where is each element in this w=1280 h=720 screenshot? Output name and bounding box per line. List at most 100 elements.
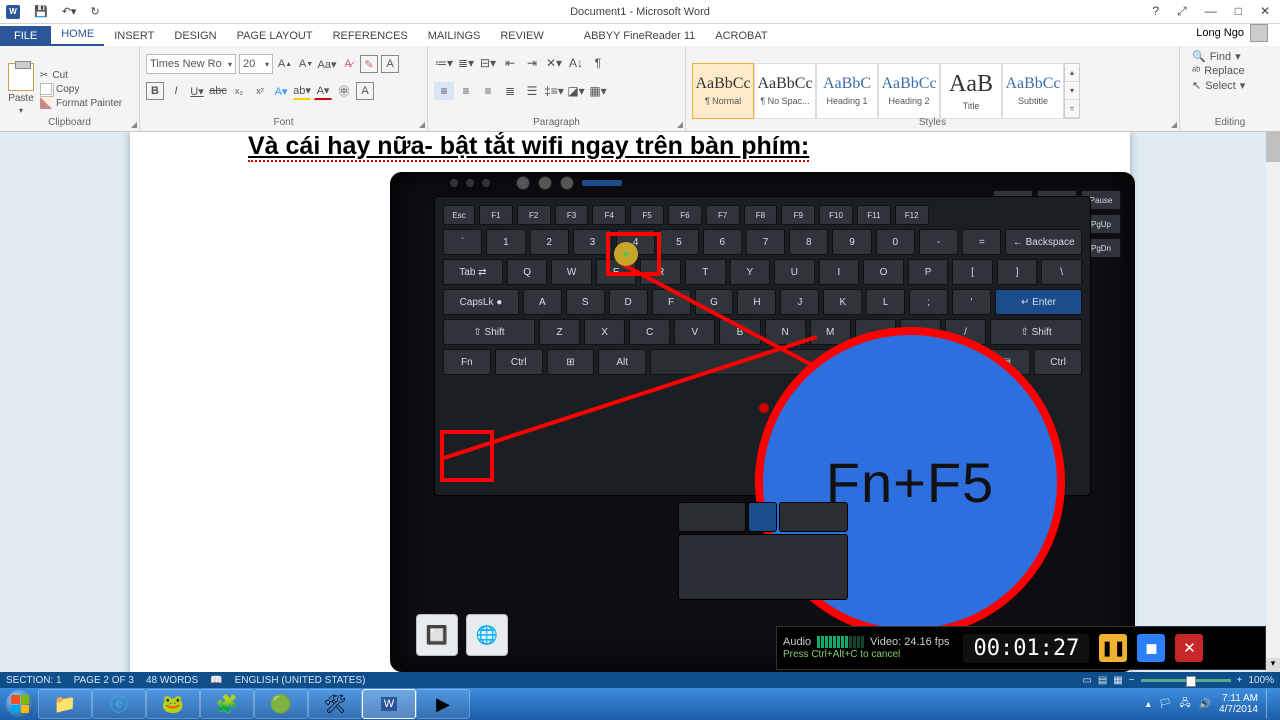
tab-review[interactable]: REVIEW: [490, 26, 553, 46]
change-case-button[interactable]: Aa▾: [318, 55, 336, 73]
paste-button[interactable]: Paste ▾: [6, 59, 36, 119]
font-size-input[interactable]: 20▾: [239, 54, 273, 74]
style-heading-2[interactable]: AaBbCcHeading 2: [878, 63, 940, 119]
borders-button[interactable]: ▦▾: [588, 82, 608, 100]
zoom-in-button[interactable]: +: [1237, 675, 1243, 686]
superscript-button[interactable]: x²: [251, 82, 269, 100]
taskbar-app-1[interactable]: 🐸: [146, 689, 200, 719]
recorder-stop-button[interactable]: ◼: [1137, 634, 1165, 662]
align-left-button[interactable]: ≡: [434, 82, 454, 100]
status-proofing-icon[interactable]: 📖: [210, 675, 222, 686]
style-no-spacing[interactable]: AaBbCc¶ No Spac...: [754, 63, 816, 119]
tab-abbyy[interactable]: ABBYY FineReader 11: [574, 26, 706, 46]
show-marks-button[interactable]: ¶: [588, 54, 608, 72]
qat-undo-icon[interactable]: ↶▾: [62, 5, 77, 18]
replace-button[interactable]: ᵃᵇReplace: [1192, 65, 1268, 77]
justify-button[interactable]: ≣: [500, 82, 520, 100]
qat-save-icon[interactable]: 💾: [34, 5, 48, 18]
style-heading-1[interactable]: AaBbCHeading 1: [816, 63, 878, 119]
clear-formatting-button[interactable]: A̷: [339, 55, 357, 73]
tray-clock[interactable]: 7:11 AM 4/7/2014: [1219, 693, 1258, 715]
tab-references[interactable]: REFERENCES: [323, 26, 418, 46]
shading-button[interactable]: ◪▾: [566, 82, 586, 100]
help-icon[interactable]: ?: [1152, 4, 1159, 19]
bold-button[interactable]: B: [146, 82, 164, 100]
taskbar-explorer[interactable]: 📁: [38, 689, 92, 719]
ribbon-display-icon[interactable]: ⤢: [1177, 4, 1187, 19]
italic-button[interactable]: I: [167, 82, 185, 100]
zoom-out-button[interactable]: −: [1129, 675, 1135, 686]
decrease-indent-button[interactable]: ⇤: [500, 54, 520, 72]
show-desktop-button[interactable]: [1266, 689, 1274, 719]
taskbar-chrome[interactable]: 🟢: [254, 689, 308, 719]
style-normal[interactable]: AaBbCc¶ Normal: [692, 63, 754, 119]
highlight-button[interactable]: ab▾: [293, 82, 311, 100]
font-dialog-launcher[interactable]: ◢: [419, 120, 425, 129]
styles-dialog-launcher[interactable]: ◢: [1171, 120, 1177, 129]
tab-mailings[interactable]: MAILINGS: [418, 26, 491, 46]
style-title[interactable]: AaBTitle: [940, 63, 1002, 119]
numbering-button[interactable]: ≣▾: [456, 54, 476, 72]
character-border-button[interactable]: A: [381, 55, 399, 73]
tray-volume-icon[interactable]: 🔊: [1199, 699, 1211, 710]
line-spacing-button[interactable]: ‡≡▾: [544, 82, 564, 100]
tab-insert[interactable]: INSERT: [104, 26, 164, 46]
char-shading-button[interactable]: A: [356, 82, 374, 100]
view-read-mode-icon[interactable]: ▭: [1082, 675, 1091, 686]
format-painter-button[interactable]: Format Painter: [40, 96, 122, 110]
zoom-slider[interactable]: [1141, 679, 1231, 682]
tab-design[interactable]: DESIGN: [164, 26, 226, 46]
tab-view[interactable]: [554, 38, 574, 46]
select-button[interactable]: ↖Select ▾: [1192, 79, 1268, 92]
view-web-layout-icon[interactable]: ▦: [1113, 675, 1122, 686]
status-page[interactable]: PAGE 2 OF 3: [74, 675, 134, 686]
qat-redo-icon[interactable]: ↻: [90, 5, 99, 18]
taskbar-app-3[interactable]: 🛠: [308, 689, 362, 719]
clipboard-dialog-launcher[interactable]: ◢: [131, 120, 137, 129]
close-icon[interactable]: ✕: [1260, 4, 1270, 19]
status-section[interactable]: SECTION: 1: [6, 675, 62, 686]
minimize-icon[interactable]: —: [1205, 4, 1217, 19]
view-print-layout-icon[interactable]: ▤: [1098, 675, 1107, 686]
tray-network-icon[interactable]: 🖧: [1179, 696, 1190, 713]
styles-scroll[interactable]: ▴▾▿: [1064, 63, 1080, 119]
sort-button[interactable]: A↓: [566, 54, 586, 72]
vertical-scrollbar[interactable]: ▾: [1266, 132, 1280, 672]
recorder-cancel-button[interactable]: ✕: [1175, 634, 1203, 662]
bullets-button[interactable]: ≔▾: [434, 54, 454, 72]
user-avatar-icon[interactable]: [1250, 24, 1268, 42]
maximize-icon[interactable]: □: [1235, 4, 1242, 19]
paragraph-dialog-launcher[interactable]: ◢: [677, 120, 683, 129]
strikethrough-button[interactable]: abc: [209, 82, 227, 100]
user-name[interactable]: Long Ngo: [1196, 27, 1244, 39]
align-center-button[interactable]: ≡: [456, 82, 476, 100]
shrink-font-button[interactable]: A▼: [297, 55, 315, 73]
style-subtitle[interactable]: AaBbCcSubtitle: [1002, 63, 1064, 119]
font-name-input[interactable]: Times New Ro▾: [146, 54, 236, 74]
grow-font-button[interactable]: A▲: [276, 55, 294, 73]
page[interactable]: Và cái hay nữa- bật tắt wifi ngay trên b…: [130, 132, 1130, 672]
phonetic-button[interactable]: ✎: [360, 55, 378, 73]
subscript-button[interactable]: x₂: [230, 82, 248, 100]
enclose-char-button[interactable]: ㊥: [335, 82, 353, 100]
tray-show-hidden-icon[interactable]: ▴: [1146, 699, 1151, 710]
status-language[interactable]: ENGLISH (UNITED STATES): [235, 675, 366, 686]
zoom-level[interactable]: 100%: [1248, 675, 1274, 686]
taskbar-app-2[interactable]: 🧩: [200, 689, 254, 719]
start-button[interactable]: [2, 688, 38, 720]
tray-flag-icon[interactable]: 🏳: [1159, 699, 1172, 710]
cut-button[interactable]: ✂Cut: [40, 69, 122, 82]
increase-indent-button[interactable]: ⇥: [522, 54, 542, 72]
status-words[interactable]: 48 WORDS: [146, 675, 198, 686]
multilevel-button[interactable]: ⊟▾: [478, 54, 498, 72]
tab-home[interactable]: HOME: [51, 24, 104, 46]
asian-layout-button[interactable]: ✕▾: [544, 54, 564, 72]
distribute-button[interactable]: ☰: [522, 82, 542, 100]
styles-gallery[interactable]: AaBbCc¶ Normal AaBbCc¶ No Spac... AaBbCH…: [692, 59, 1080, 119]
taskbar-ie[interactable]: ⓔ: [92, 689, 146, 719]
tab-page-layout[interactable]: PAGE LAYOUT: [227, 26, 323, 46]
tab-acrobat[interactable]: ACROBAT: [705, 26, 777, 46]
underline-button[interactable]: U▾: [188, 82, 206, 100]
copy-button[interactable]: Copy: [40, 82, 122, 96]
tab-file[interactable]: FILE: [0, 26, 51, 46]
